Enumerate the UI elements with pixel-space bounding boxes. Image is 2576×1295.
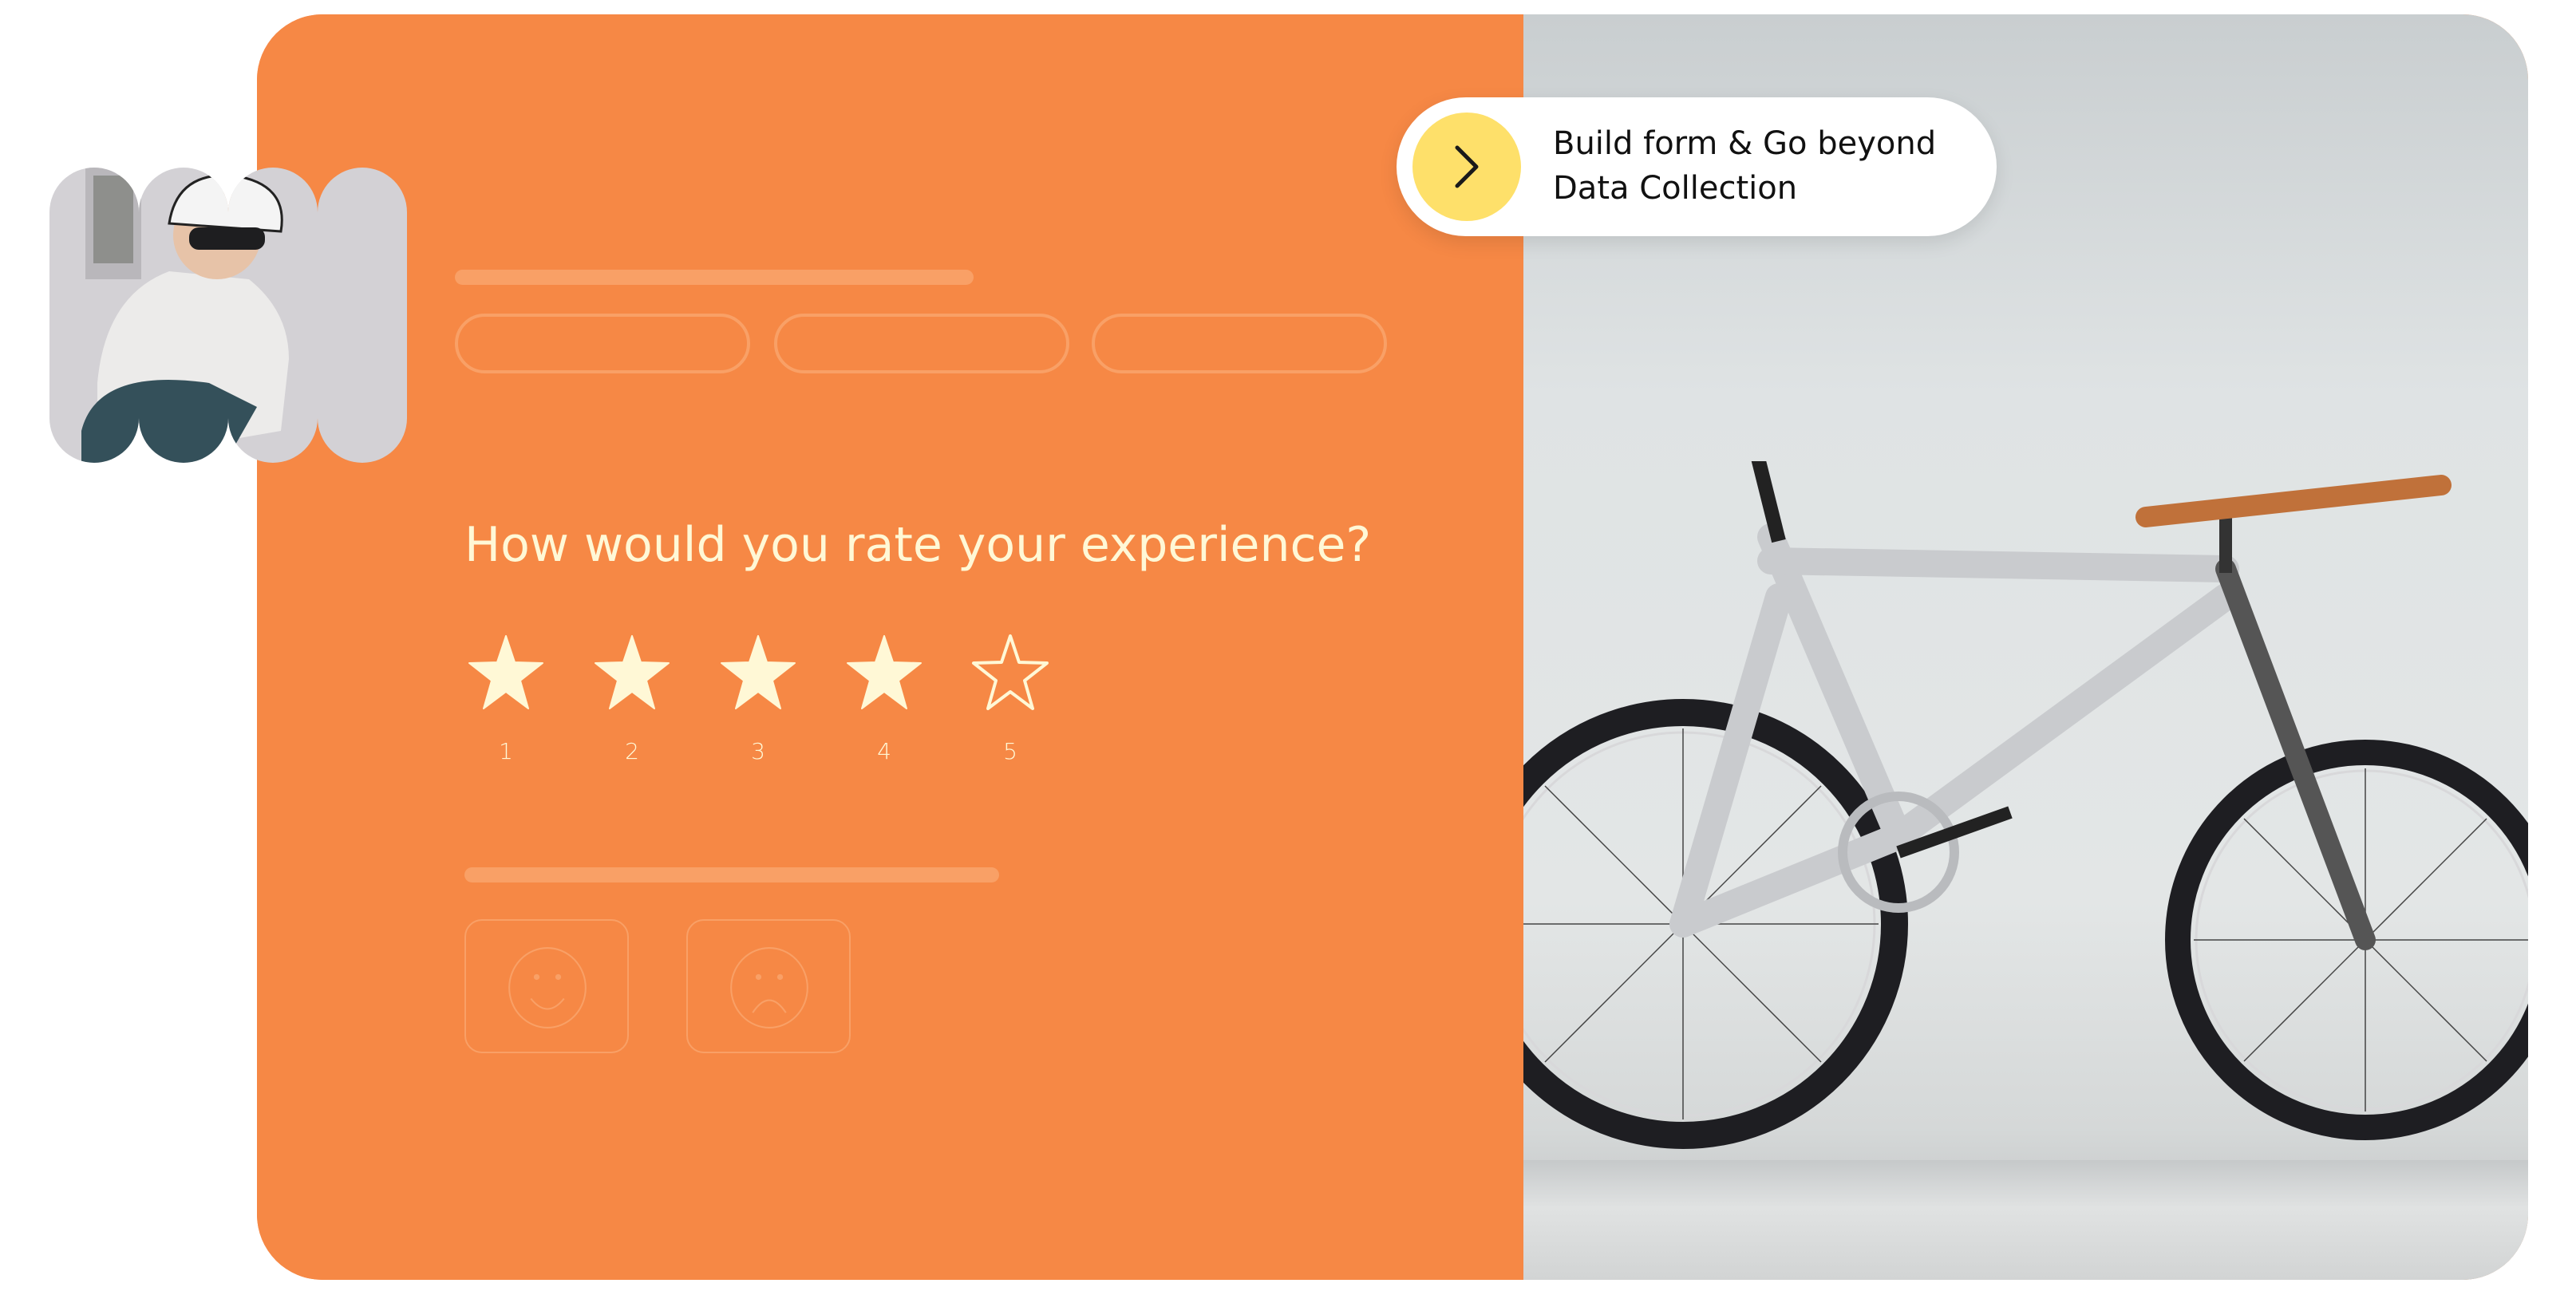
star-rating[interactable]: 1 2 3 4 5 bbox=[463, 633, 1069, 800]
cta-line-2: Data Collection bbox=[1553, 170, 1798, 207]
bicycle-illustration bbox=[1523, 461, 2528, 1149]
sad-face-option[interactable] bbox=[686, 919, 851, 1053]
choice-pill-2[interactable] bbox=[774, 314, 1069, 373]
cta-line-1: Build form & Go beyond bbox=[1553, 125, 1937, 162]
rating-question: How would you rate your experience? bbox=[464, 517, 1372, 573]
star-outline-icon bbox=[972, 634, 1049, 710]
star-filled-icon bbox=[468, 635, 543, 709]
star-filled-icon bbox=[721, 635, 796, 709]
placeholder-question-bar bbox=[464, 867, 999, 882]
cta-arrow-button[interactable] bbox=[1412, 113, 1521, 221]
star-label: 5 bbox=[1003, 738, 1017, 764]
star-label: 4 bbox=[877, 738, 891, 764]
smiley-face-icon bbox=[508, 947, 587, 1028]
chevron-right-icon bbox=[1455, 145, 1479, 188]
choice-pill-3[interactable] bbox=[1092, 314, 1387, 373]
star-4[interactable]: 4 bbox=[841, 633, 927, 764]
sad-face-icon bbox=[730, 947, 808, 1028]
star-label: 3 bbox=[751, 738, 765, 764]
hero-card: How would you rate your experience? 1 2 3 4… bbox=[257, 14, 2528, 1280]
happy-face-option[interactable] bbox=[464, 919, 629, 1053]
star-2[interactable]: 2 bbox=[589, 633, 675, 764]
star-3[interactable]: 3 bbox=[715, 633, 801, 764]
star-label: 1 bbox=[499, 738, 513, 764]
form-preview-panel: How would you rate your experience? 1 2 3 4… bbox=[257, 14, 1523, 1280]
build-form-cta[interactable]: Build form & Go beyond Data Collection bbox=[1397, 97, 1997, 236]
cyclist-avatar bbox=[49, 168, 407, 463]
placeholder-title-bar bbox=[455, 270, 974, 285]
star-5[interactable]: 5 bbox=[967, 633, 1053, 764]
star-filled-icon bbox=[847, 635, 922, 709]
star-label: 2 bbox=[625, 738, 639, 764]
star-filled-icon bbox=[595, 635, 670, 709]
star-1[interactable]: 1 bbox=[463, 633, 549, 764]
cta-label: Build form & Go beyond Data Collection bbox=[1553, 121, 1936, 211]
choice-pill-1[interactable] bbox=[455, 314, 750, 373]
